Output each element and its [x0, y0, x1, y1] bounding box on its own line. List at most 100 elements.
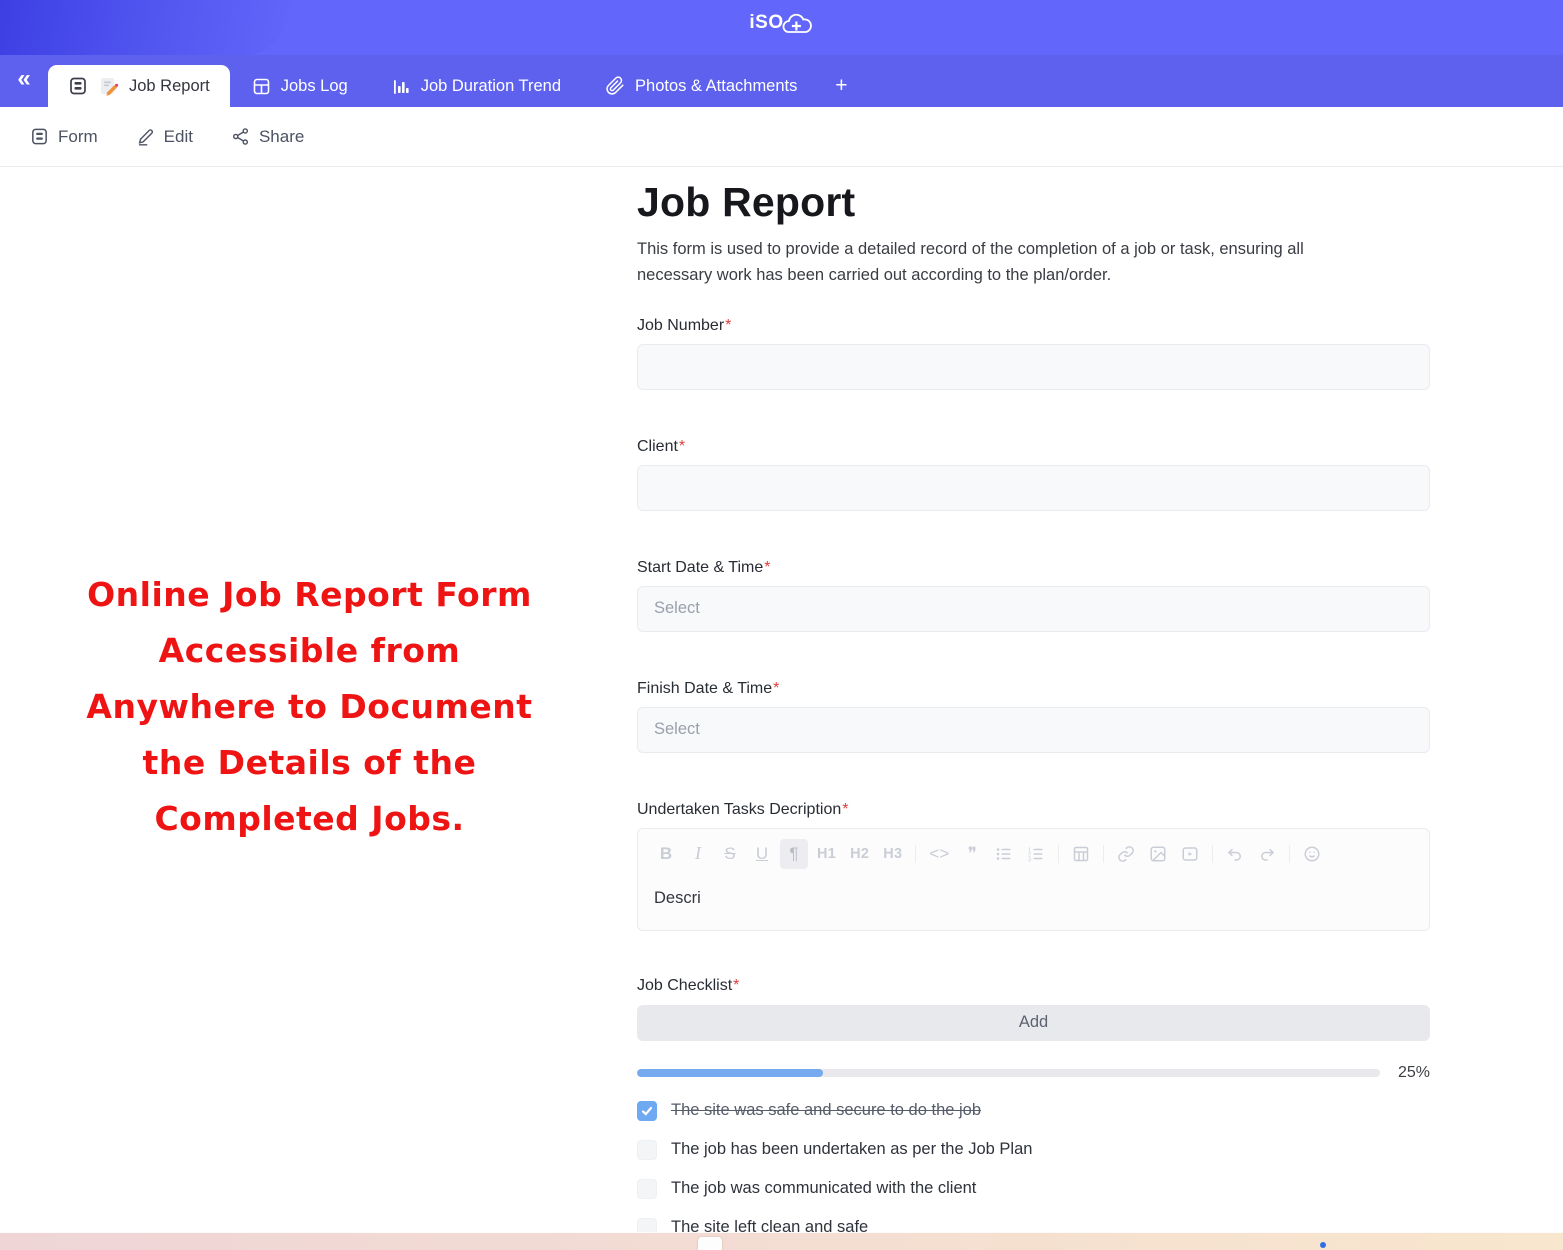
checklist-item: The job has been undertaken as per the J… [637, 1140, 1430, 1160]
bold-button[interactable]: B [652, 839, 680, 869]
form-title: Job Report [637, 179, 1430, 226]
form-view-button[interactable]: Form [30, 127, 98, 147]
field-label: Job Number* [637, 317, 1430, 335]
field-label: Client* [637, 438, 1430, 456]
background-icon-fragment [1320, 1242, 1326, 1248]
annotation-line: Completed Jobs. [72, 791, 547, 847]
main-content: Online Job Report Form Accessible from A… [0, 167, 1563, 1232]
ordered-list-icon[interactable]: 123 [1022, 839, 1050, 869]
divider [915, 845, 916, 863]
finish-datetime-select[interactable]: Select [637, 707, 1430, 753]
checkbox-unchecked[interactable] [637, 1218, 657, 1232]
tab-job-duration-trend[interactable]: Job Duration Trend [370, 65, 583, 107]
share-label: Share [259, 127, 304, 147]
client-input[interactable] [637, 465, 1430, 511]
form-column: Job Report This form is used to provide … [637, 167, 1430, 1232]
divider [1289, 845, 1290, 863]
field-label: Undertaken Tasks Decription* [637, 801, 1430, 819]
progress-percent-label: 25% [1396, 1064, 1430, 1082]
rich-text-editor: B I S U ¶ H1 H2 H3 <> ❞ 123 [637, 828, 1430, 931]
field-label: Finish Date & Time* [637, 680, 1430, 698]
doc-pencil-icon [98, 76, 119, 97]
field-job-number: Job Number* [637, 317, 1430, 390]
checklist-progress: 25% [637, 1064, 1430, 1082]
form-description: This form is used to provide a detailed … [637, 236, 1377, 289]
background-window-fragment [698, 1237, 722, 1250]
divider [1058, 845, 1059, 863]
blockquote-button[interactable]: ❞ [958, 839, 986, 869]
underline-button[interactable]: U [748, 839, 776, 869]
annotation-line: Accessible from [72, 623, 547, 679]
h2-button[interactable]: H2 [845, 839, 874, 869]
emoji-icon[interactable] [1298, 839, 1326, 869]
required-marker: * [733, 977, 739, 994]
redo-icon[interactable] [1253, 839, 1281, 869]
pencil-icon [136, 127, 155, 146]
field-start-datetime: Start Date & Time* Select [637, 559, 1430, 632]
share-icon [231, 127, 250, 146]
add-tab-button[interactable]: + [819, 65, 863, 107]
tab-job-report[interactable]: Job Report [48, 65, 230, 107]
tab-label: Job Duration Trend [421, 77, 561, 96]
h1-button[interactable]: H1 [812, 839, 841, 869]
required-marker: * [679, 438, 685, 455]
field-job-checklist: Job Checklist* Add 25% The site was safe… [637, 977, 1430, 1232]
video-icon[interactable] [1176, 839, 1204, 869]
code-button[interactable]: <> [924, 839, 954, 869]
tab-label: Job Report [129, 77, 210, 96]
link-icon[interactable] [1112, 839, 1140, 869]
form-icon [68, 76, 88, 96]
tab-label: Jobs Log [281, 77, 348, 96]
app-logo: iSO [749, 8, 813, 38]
desktop-strip [0, 1232, 1563, 1250]
paragraph-button[interactable]: ¶ [780, 839, 808, 869]
edit-label: Edit [164, 127, 193, 147]
strikethrough-button[interactable]: S [716, 839, 744, 869]
tab-jobs-log[interactable]: Jobs Log [230, 65, 370, 107]
required-marker: * [842, 801, 848, 818]
progress-track [637, 1069, 1380, 1077]
required-marker: * [725, 317, 731, 334]
image-icon[interactable] [1144, 839, 1172, 869]
annotation-line: the Details of the [72, 735, 547, 791]
checklist-item: The site left clean and safe [637, 1218, 1430, 1232]
checklist-item-label: The job was communicated with the client [671, 1179, 976, 1198]
svg-text:3: 3 [1028, 857, 1031, 863]
tasks-description-input[interactable]: Descri [638, 875, 1429, 930]
share-button[interactable]: Share [231, 127, 304, 147]
checklist-add-button[interactable]: Add [637, 1005, 1430, 1041]
edit-button[interactable]: Edit [136, 127, 193, 147]
editor-toolbar: B I S U ¶ H1 H2 H3 <> ❞ 123 [638, 829, 1429, 875]
bullet-list-icon[interactable] [990, 839, 1018, 869]
checkbox-unchecked[interactable] [637, 1179, 657, 1199]
checklist-progress-fill [637, 1069, 823, 1077]
tab-bar: « Job Report Jobs L [0, 55, 1563, 107]
field-finish-datetime: Finish Date & Time* Select [637, 680, 1430, 753]
checklist-item-label: The job has been undertaken as per the J… [671, 1140, 1032, 1159]
divider [1212, 845, 1213, 863]
checkbox-unchecked[interactable] [637, 1140, 657, 1160]
header-gradient-blob [0, 0, 290, 55]
table-icon[interactable] [1067, 839, 1095, 869]
paperclip-icon [605, 76, 625, 96]
start-datetime-select[interactable]: Select [637, 586, 1430, 632]
field-label: Start Date & Time* [637, 559, 1430, 577]
field-tasks-description: Undertaken Tasks Decription* B I S U ¶ H… [637, 801, 1430, 931]
undo-icon[interactable] [1221, 839, 1249, 869]
collapse-sidebar-button[interactable]: « [0, 55, 48, 107]
divider [1103, 845, 1104, 863]
tab-photos-attachments[interactable]: Photos & Attachments [583, 65, 819, 107]
form-view-label: Form [58, 127, 98, 147]
required-marker: * [764, 559, 770, 576]
checkbox-checked[interactable] [637, 1101, 657, 1121]
italic-button[interactable]: I [684, 839, 712, 869]
checklist-item: The job was communicated with the client [637, 1179, 1430, 1199]
checklist-item: The site was safe and secure to do the j… [637, 1101, 1430, 1121]
required-marker: * [773, 680, 779, 697]
checklist-item-label: The site was safe and secure to do the j… [671, 1101, 981, 1120]
checklist-item-label: The site left clean and safe [671, 1218, 868, 1232]
h3-button[interactable]: H3 [878, 839, 907, 869]
job-number-input[interactable] [637, 344, 1430, 390]
annotation-line: Online Job Report Form [72, 567, 547, 623]
annotation-text: Online Job Report Form Accessible from A… [72, 567, 547, 847]
